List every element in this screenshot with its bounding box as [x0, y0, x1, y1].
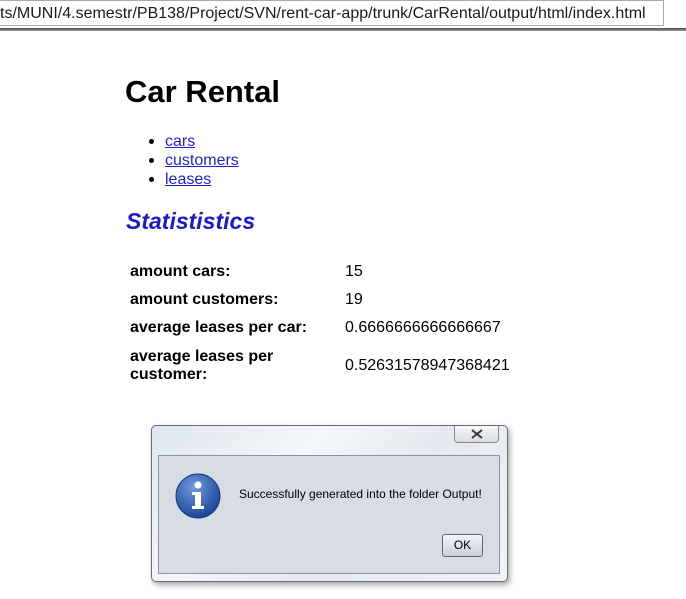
dialog-content: Successfully generated into the folder O…: [158, 455, 500, 574]
close-icon: [471, 429, 483, 439]
info-icon: [175, 473, 221, 519]
ok-button[interactable]: OK: [442, 534, 483, 557]
stat-label: amount customers:: [130, 291, 279, 308]
table-row: amount customers: 19: [126, 286, 514, 314]
close-button[interactable]: [454, 426, 499, 443]
stat-value: 19: [345, 291, 363, 308]
url-text: ts/MUNI/4.semestr/PB138/Project/SVN/rent…: [0, 5, 646, 22]
nav-list: cars customers leases: [125, 132, 239, 189]
table-row: average leases per car: 0.66666666666666…: [126, 314, 514, 342]
table-row: average leases per customer: 0.526315789…: [126, 342, 514, 390]
bullet: [149, 158, 154, 163]
table-row: amount cars: 15: [126, 258, 514, 286]
page-title: Car Rental: [125, 74, 281, 109]
dialog-message: Successfully generated into the folder O…: [239, 487, 482, 501]
customers-link[interactable]: customers: [165, 152, 239, 169]
statistics-table: amount cars: 15 amount customers: 19 ave…: [126, 258, 514, 390]
address-bar: ts/MUNI/4.semestr/PB138/Project/SVN/rent…: [0, 0, 686, 29]
bullet: [149, 139, 154, 144]
url-input[interactable]: ts/MUNI/4.semestr/PB138/Project/SVN/rent…: [0, 0, 664, 26]
bullet: [149, 177, 154, 182]
nav-item-cars: cars: [125, 132, 239, 151]
nav-item-leases: leases: [125, 170, 239, 189]
stat-value: 0.5263157894736842​1: [345, 357, 510, 374]
stat-value: 0.6666666666666667: [345, 319, 501, 336]
stat-label: average leases per customer:: [130, 348, 274, 383]
stat-label: amount cars:: [130, 263, 231, 280]
message-dialog: Successfully generated into the folder O…: [151, 425, 508, 582]
statistics-heading: Statististics: [126, 208, 256, 234]
stat-value: 15: [345, 263, 363, 280]
cars-link[interactable]: cars: [165, 133, 195, 150]
nav-item-customers: customers: [125, 151, 239, 170]
stat-label: average leases per car:: [130, 319, 308, 336]
toolbar-divider: [0, 28, 686, 31]
leases-link[interactable]: leases: [165, 171, 211, 188]
